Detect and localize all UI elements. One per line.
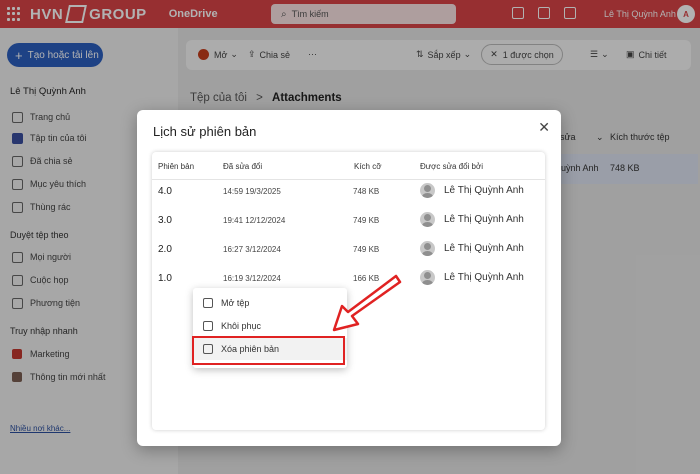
menu-item-restore[interactable]: Khôi phục: [193, 315, 347, 337]
person-avatar-icon: [420, 183, 435, 198]
dialog-title: Lịch sử phiên bản: [153, 124, 257, 139]
file-size: 748 KB: [353, 187, 380, 196]
modified-by: Lê Thị Quỳnh Anh: [420, 183, 524, 198]
table-row[interactable]: 4.0 14:59 19/3/2025 748 KB Lê Thị Quỳnh …: [152, 178, 545, 207]
open-file-icon: [203, 298, 213, 308]
person-avatar-icon: [420, 212, 435, 227]
menu-item-label: Khôi phục: [221, 321, 262, 331]
file-size: 749 KB: [353, 245, 380, 254]
person-avatar-icon: [420, 270, 435, 285]
modified-date[interactable]: 19:41 12/12/2024: [223, 216, 285, 225]
annotation-arrow-icon: [332, 274, 402, 332]
column-header-size: Kích cỡ: [354, 162, 382, 171]
file-size: 749 KB: [353, 216, 380, 225]
column-header-modified-by: Được sửa đổi bởi: [420, 162, 483, 171]
modified-by-name: Lê Thị Quỳnh Anh: [444, 272, 524, 283]
person-avatar-icon: [420, 241, 435, 256]
version-number: 3.0: [158, 215, 172, 226]
highlight-box: [192, 336, 345, 365]
modified-by-name: Lê Thị Quỳnh Anh: [444, 243, 524, 254]
modified-date[interactable]: 16:27 3/12/2024: [223, 245, 281, 254]
version-number: 4.0: [158, 186, 172, 197]
modified-date[interactable]: 16:19 3/12/2024: [223, 274, 281, 283]
table-row[interactable]: 2.0 16:27 3/12/2024 749 KB Lê Thị Quỳnh …: [152, 236, 545, 265]
menu-item-open-file[interactable]: Mở tệp: [193, 292, 347, 314]
modified-by: Lê Thị Quỳnh Anh: [420, 270, 524, 285]
modified-date[interactable]: 14:59 19/3/2025: [223, 187, 281, 196]
modified-by: Lê Thị Quỳnh Anh: [420, 241, 524, 256]
modified-by: Lê Thị Quỳnh Anh: [420, 212, 524, 227]
table-row[interactable]: 3.0 19:41 12/12/2024 749 KB Lê Thị Quỳnh…: [152, 207, 545, 236]
modified-by-name: Lê Thị Quỳnh Anh: [444, 214, 524, 225]
version-number: 2.0: [158, 244, 172, 255]
column-header-modified: Đã sửa đổi: [223, 162, 263, 171]
restore-icon: [203, 321, 213, 331]
modified-by-name: Lê Thị Quỳnh Anh: [444, 185, 524, 196]
column-header-version: Phiên bản: [158, 162, 195, 171]
close-icon[interactable]: ✕: [538, 119, 550, 136]
menu-item-label: Mở tệp: [221, 298, 250, 308]
version-number: 1.0: [158, 273, 172, 284]
